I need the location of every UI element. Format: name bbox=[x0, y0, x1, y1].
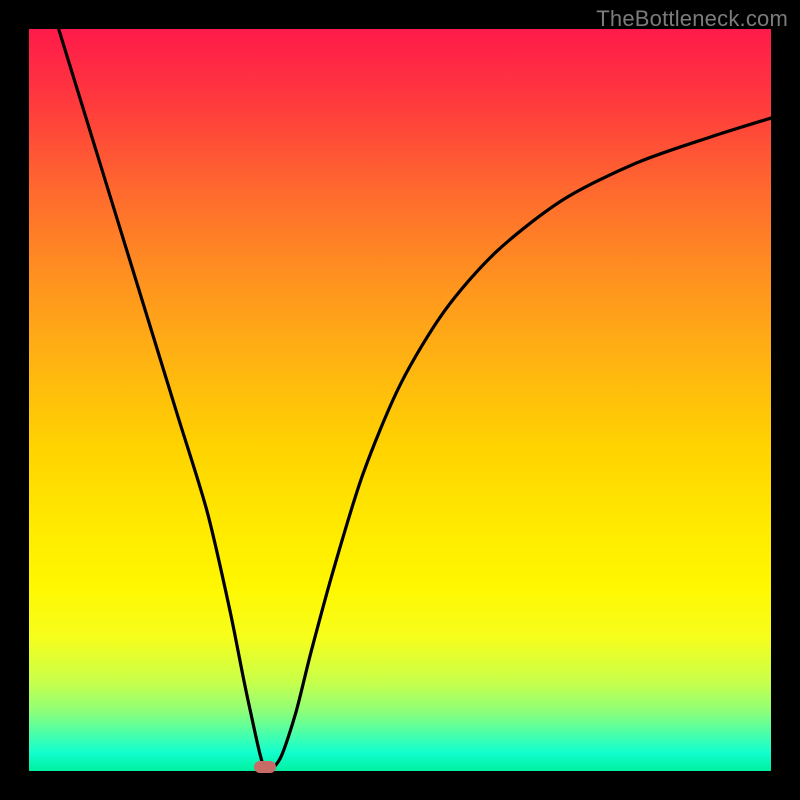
optimum-marker bbox=[254, 761, 276, 773]
plot-area bbox=[29, 29, 771, 771]
bottleneck-curve bbox=[29, 29, 771, 771]
chart-frame: TheBottleneck.com bbox=[0, 0, 800, 800]
curve-path bbox=[59, 29, 771, 770]
watermark-text: TheBottleneck.com bbox=[596, 6, 788, 32]
